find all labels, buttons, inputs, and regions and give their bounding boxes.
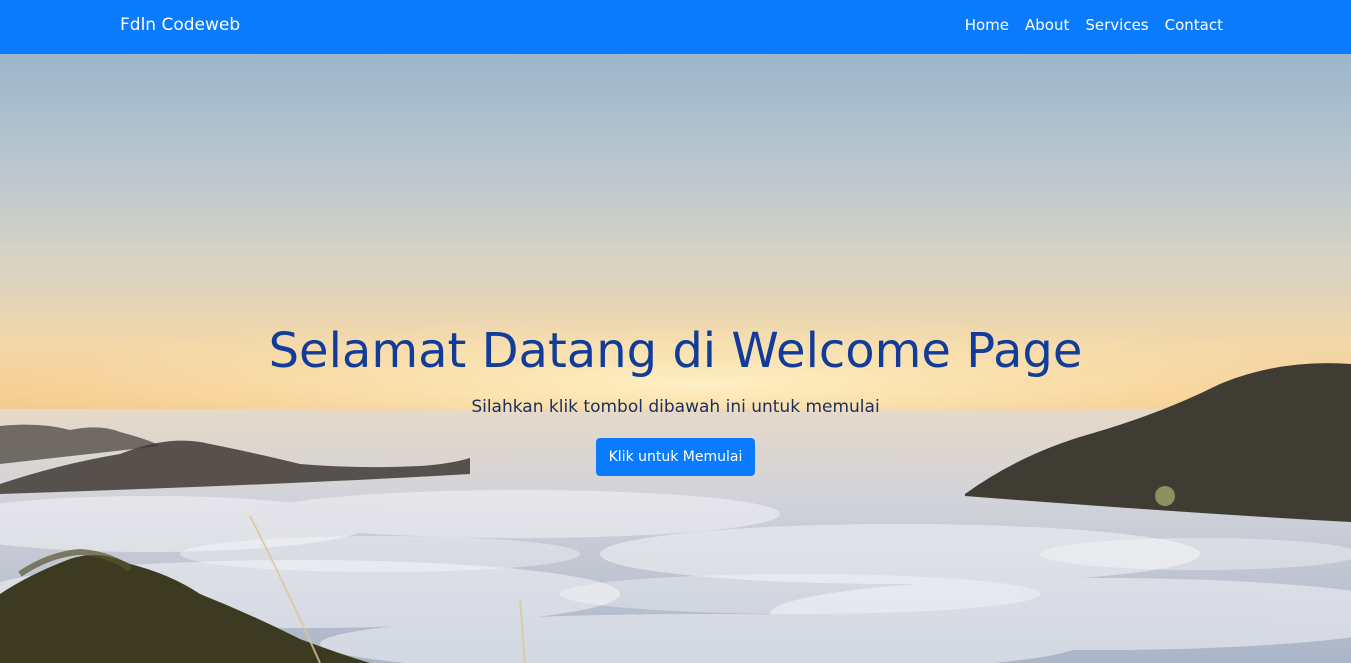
nav-links: Home About Services Contact [965, 16, 1223, 34]
nav-link-home[interactable]: Home [965, 16, 1009, 34]
navbar: Fdln Codeweb Home About Services Contact [0, 0, 1351, 54]
start-button[interactable]: Klik untuk Memulai [595, 438, 756, 476]
hero-subtitle: Silahkan klik tombol dibawah ini untuk m… [471, 397, 880, 417]
hero-title: Selamat Datang di Welcome Page [268, 323, 1083, 379]
nav-link-contact[interactable]: Contact [1165, 16, 1223, 34]
hero-content: Selamat Datang di Welcome Page Silahkan … [0, 320, 1351, 476]
nav-link-services[interactable]: Services [1085, 16, 1148, 34]
navbar-brand[interactable]: Fdln Codeweb [120, 15, 240, 35]
hero-section: Selamat Datang di Welcome Page Silahkan … [0, 54, 1351, 663]
nav-link-about[interactable]: About [1025, 16, 1069, 34]
